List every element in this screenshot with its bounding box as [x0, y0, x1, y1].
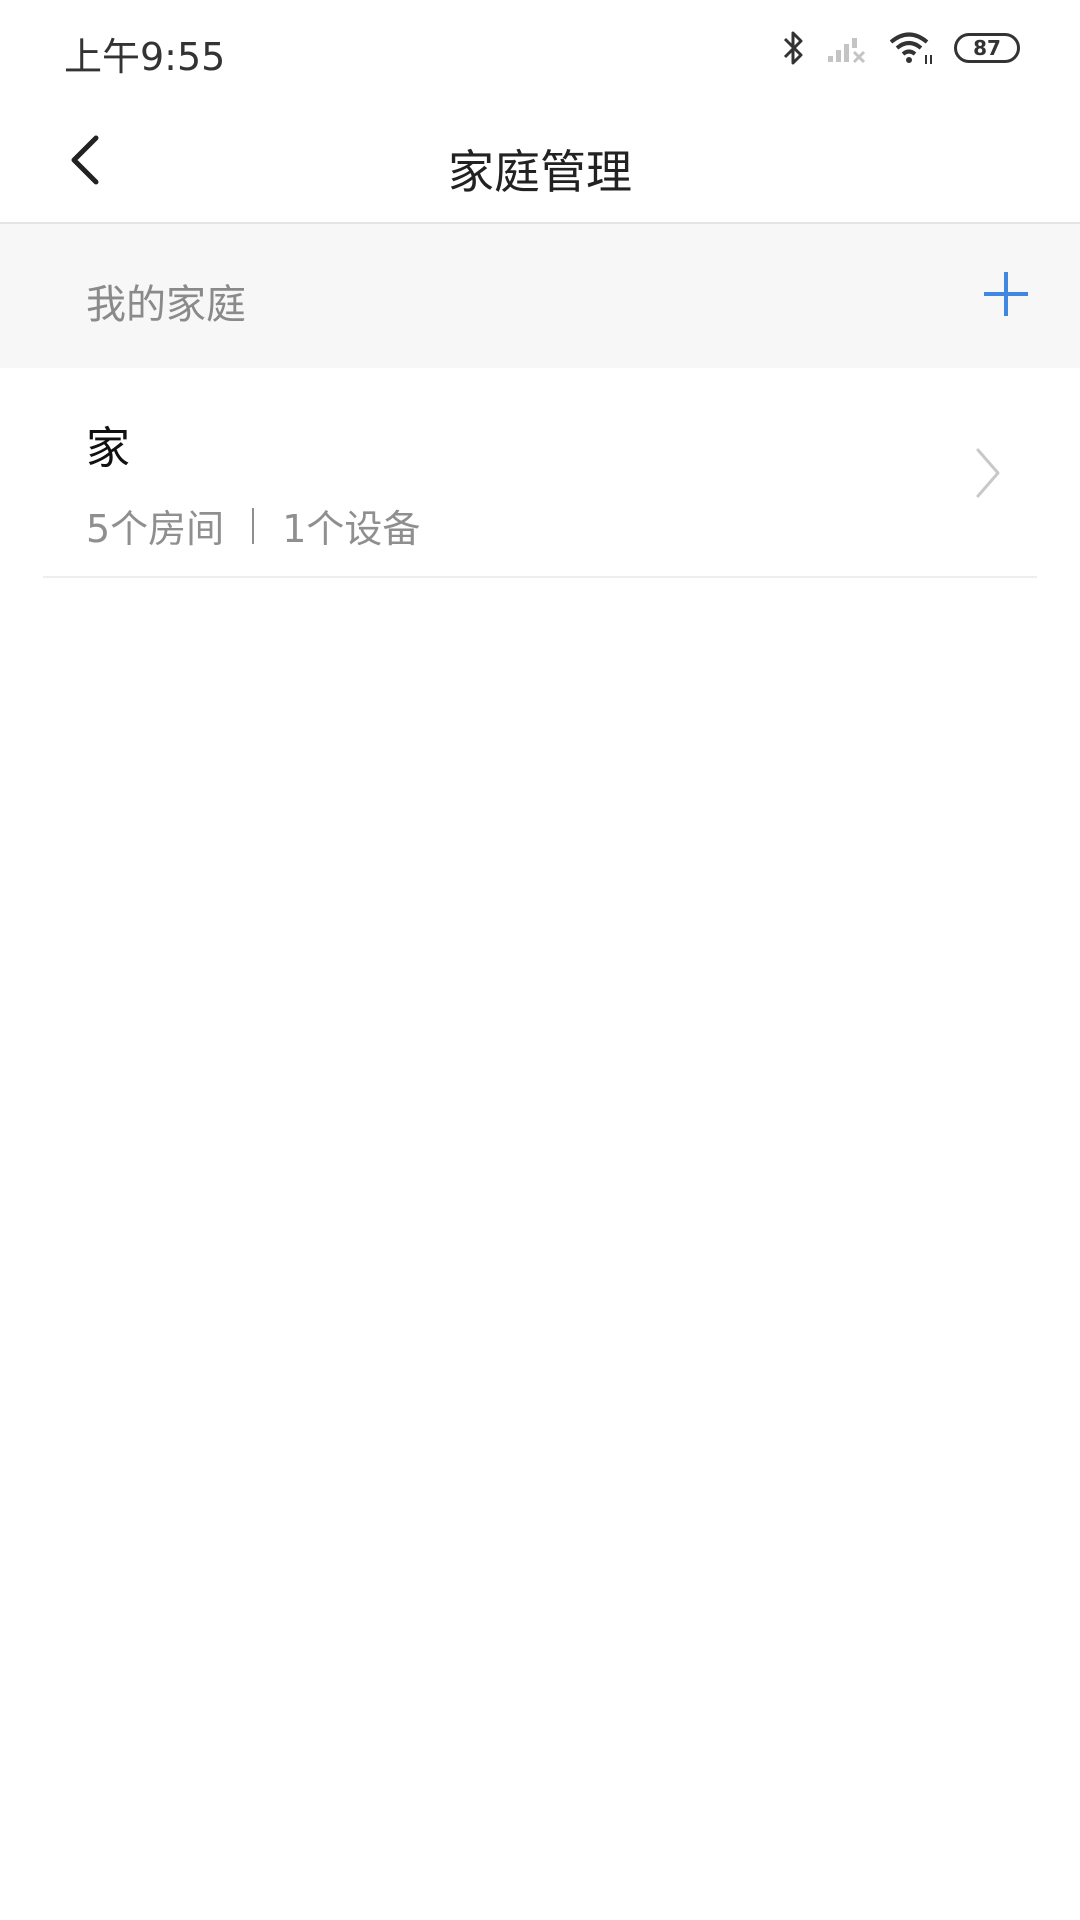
- section-title: 我的家庭: [86, 282, 246, 328]
- battery-level: 87: [973, 36, 1001, 60]
- chevron-right-icon: [972, 446, 1002, 500]
- room-count: 5个房间: [86, 507, 225, 551]
- family-list-item[interactable]: 家 5个房间 1个设备: [0, 368, 1080, 578]
- status-icons: 87: [782, 26, 1020, 70]
- signal-icon: [826, 32, 868, 64]
- device-count: 1个设备: [282, 507, 421, 551]
- bluetooth-icon: [782, 29, 806, 67]
- page-title: 家庭管理: [448, 145, 632, 199]
- status-time: 上午9:55: [64, 35, 226, 79]
- app-header: 家庭管理: [0, 100, 1080, 224]
- list-divider: [43, 576, 1037, 578]
- meta-separator: [252, 507, 255, 544]
- family-management-screen: 上午9:55 87 家庭管理 我的家庭 家 5个房间 1个设备: [0, 0, 1080, 1920]
- add-family-button[interactable]: [968, 258, 1044, 334]
- plus-icon: [982, 270, 1030, 322]
- family-meta: 5个房间 1个设备: [86, 498, 420, 553]
- status-bar: 上午9:55 87: [0, 0, 1080, 100]
- battery-icon: 87: [954, 33, 1020, 63]
- family-name: 家: [86, 423, 130, 474]
- wifi-icon: [888, 31, 934, 65]
- my-families-section-header: 我的家庭: [0, 224, 1080, 368]
